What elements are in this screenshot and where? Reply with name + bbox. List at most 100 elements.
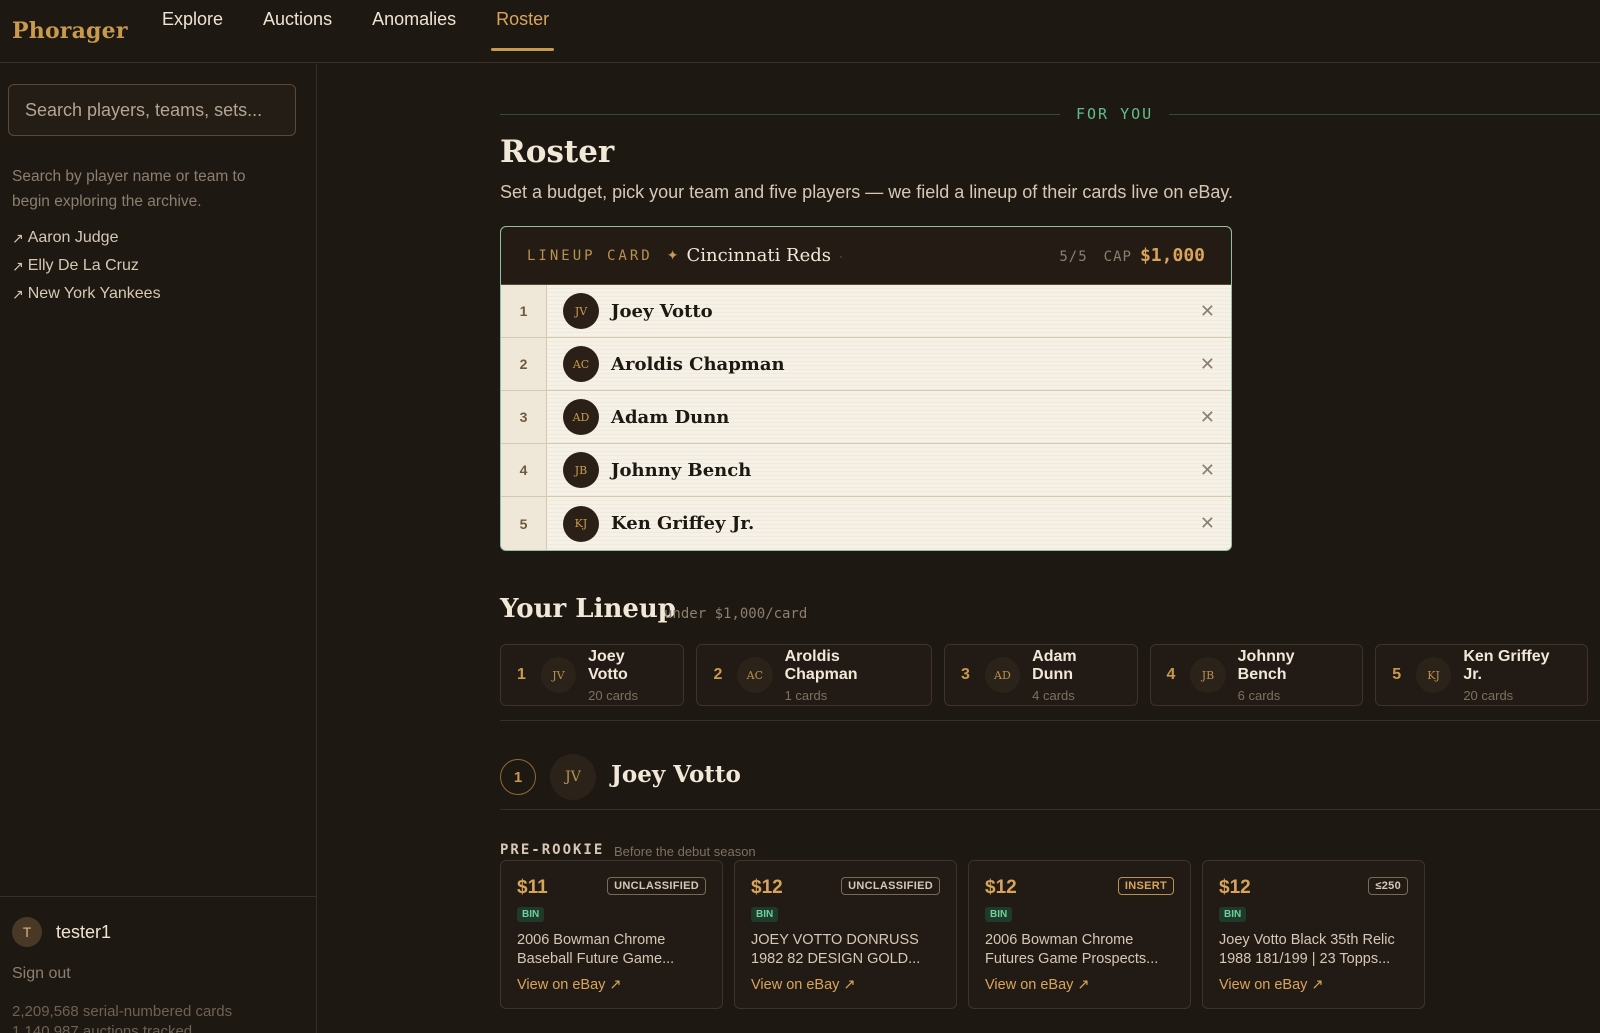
player-avatar: JB xyxy=(1190,657,1226,693)
card-price: $11 xyxy=(517,877,548,898)
player-avatar: AD xyxy=(563,399,599,435)
player-avatar: AC xyxy=(563,346,599,382)
remove-player-icon[interactable]: ✕ xyxy=(1200,354,1215,375)
chip-text: Adam Dunn 4 cards xyxy=(1032,648,1120,703)
card-title: JOEY VOTTO DONRUSS 1982 82 DESIGN GOLD..… xyxy=(751,932,921,967)
arrow-up-right-icon: ↗ xyxy=(12,285,24,302)
lineup-chip-johnny-bench[interactable]: 4 JB Johnny Bench 6 cards xyxy=(1149,644,1364,706)
lineup-card: LINEUP CARD ✦ Cincinnati Reds · 5/5 CAP … xyxy=(500,226,1232,551)
card-group-label: PRE-ROOKIE xyxy=(500,842,605,858)
player-name: Aroldis Chapman xyxy=(611,353,785,375)
sign-out-link[interactable]: Sign out xyxy=(12,965,71,983)
cap-value[interactable]: $1,000 xyxy=(1140,245,1205,266)
view-on-ebay-link[interactable]: View on eBay ↗ xyxy=(985,977,1090,993)
chip-player-name: Ken Griffey Jr. xyxy=(1463,647,1550,683)
chip-text: Ken Griffey Jr. 20 cards xyxy=(1463,648,1571,703)
bin-badge: BIN xyxy=(1219,907,1247,922)
team-name[interactable]: Cincinnati Reds xyxy=(686,245,831,266)
nav-roster[interactable]: Roster xyxy=(476,0,569,51)
user-name: tester1 xyxy=(56,921,112,942)
main-content: FOR YOU Roster Set a budget, pick your t… xyxy=(500,64,1600,1033)
chip-player-name: Aroldis Chapman xyxy=(784,647,858,683)
card-listing: $11 UNCLASSIFIED BIN 2006 Bowman Chrome … xyxy=(500,860,723,1009)
chip-player-name: Johnny Bench xyxy=(1237,647,1295,683)
player-avatar: AD xyxy=(984,657,1021,693)
card-title: 2006 Bowman Chrome Baseball Future Game.… xyxy=(517,932,675,967)
chip-number: 4 xyxy=(1166,666,1176,683)
sidebar: Search by player name or team to begin e… xyxy=(0,64,317,1033)
divider-line xyxy=(500,113,1060,115)
lineup-count: 5/5 xyxy=(1059,249,1088,265)
suggested-link-label: Aaron Judge xyxy=(27,229,119,246)
user-menu[interactable]: T tester1 xyxy=(12,917,111,947)
nav-anomalies[interactable]: Anomalies xyxy=(352,0,476,51)
divider-line xyxy=(1169,113,1600,115)
player-avatar: JB xyxy=(563,452,599,488)
player-avatar: JV xyxy=(563,293,599,329)
remove-player-icon[interactable]: ✕ xyxy=(1200,301,1215,322)
lineup-row: 2 AC Aroldis Chapman ✕ xyxy=(501,338,1231,391)
arrow-up-right-icon: ↗ xyxy=(12,229,24,246)
arrow-up-right-icon: ↗ xyxy=(12,257,24,274)
chip-player-name: Joey Votto xyxy=(588,647,628,683)
card-type-tag: UNCLASSIFIED xyxy=(607,877,706,895)
card-group-subtitle: Before the debut season xyxy=(614,844,756,859)
lineup-row-number: 4 xyxy=(501,444,547,496)
card-price: $12 xyxy=(985,877,1017,898)
chip-card-count: 4 cards xyxy=(1032,687,1075,703)
section-label: FOR YOU xyxy=(1076,105,1154,123)
card-price: $12 xyxy=(751,877,783,898)
view-on-ebay-link[interactable]: View on eBay ↗ xyxy=(751,977,856,993)
chip-number: 2 xyxy=(713,666,723,683)
remove-player-icon[interactable]: ✕ xyxy=(1200,460,1215,481)
your-lineup-title: Your Lineup xyxy=(500,594,676,624)
search-input[interactable] xyxy=(25,99,279,121)
app-logo[interactable]: Phorager xyxy=(12,18,132,44)
lineup-chip-aroldis-chapman[interactable]: 2 AC Aroldis Chapman 1 cards xyxy=(696,644,933,706)
chip-number: 5 xyxy=(1392,666,1402,683)
suggested-link-elly-de-la-cruz[interactable]: ↗ Elly De La Cruz xyxy=(12,252,161,280)
card-type-tag: UNCLASSIFIED xyxy=(841,877,940,895)
view-on-ebay-link[interactable]: View on eBay ↗ xyxy=(517,977,622,993)
lineup-row: 5 KJ Ken Griffey Jr. ✕ xyxy=(501,497,1231,550)
diamond-icon: ✦ xyxy=(666,247,679,263)
cap-label: CAP xyxy=(1103,249,1132,265)
player-section-name: Joey Votto xyxy=(611,761,741,788)
lineup-chip-adam-dunn[interactable]: 3 AD Adam Dunn 4 cards xyxy=(944,644,1138,706)
lineup-chip-joey-votto[interactable]: 1 JV Joey Votto 20 cards xyxy=(500,644,685,706)
chip-number: 1 xyxy=(517,666,526,683)
serial-card-count: 2,209,568 serial-numbered cards xyxy=(12,1003,233,1020)
nav-explore[interactable]: Explore xyxy=(142,0,243,51)
lineup-chip-ken-griffey-jr[interactable]: 5 KJ Ken Griffey Jr. 20 cards xyxy=(1375,644,1588,706)
chip-card-count: 20 cards xyxy=(1463,687,1514,703)
lineup-row: 4 JB Johnny Bench ✕ xyxy=(501,444,1231,497)
lineup-card-header: LINEUP CARD ✦ Cincinnati Reds · 5/5 CAP … xyxy=(501,227,1231,285)
search-box xyxy=(8,84,296,136)
your-lineup-subtitle: under $1,000/card xyxy=(664,606,808,622)
remove-player-icon[interactable]: ✕ xyxy=(1200,407,1215,428)
nav-auctions[interactable]: Auctions xyxy=(243,0,352,51)
chip-text: Joey Votto 20 cards xyxy=(588,648,667,703)
card-title: Joey Votto Black 35th Relic 1988 181/199… xyxy=(1219,932,1395,967)
lineup-row-number: 2 xyxy=(501,338,547,390)
section-divider-for-you: FOR YOU xyxy=(500,104,1600,124)
suggested-link-new-york-yankees[interactable]: ↗ New York Yankees xyxy=(12,280,161,308)
remove-player-icon[interactable]: ✕ xyxy=(1200,513,1215,534)
player-name: Adam Dunn xyxy=(611,406,730,428)
card-type-tag: ≤250 xyxy=(1368,877,1408,895)
bin-badge: BIN xyxy=(751,907,779,922)
suggested-link-aaron-judge[interactable]: ↗ Aaron Judge xyxy=(12,224,161,252)
lineup-row-number: 5 xyxy=(501,497,547,550)
card-listings: $11 UNCLASSIFIED BIN 2006 Bowman Chrome … xyxy=(500,860,1436,1009)
auction-count: 1,140,987 auctions tracked xyxy=(12,1023,193,1033)
section-divider xyxy=(500,720,1600,721)
search-hint: Search by player name or team to begin e… xyxy=(12,168,246,210)
bin-badge: BIN xyxy=(517,907,545,922)
chip-player-name: Adam Dunn xyxy=(1032,647,1077,683)
separator-dot: · xyxy=(839,248,844,263)
view-on-ebay-link[interactable]: View on eBay ↗ xyxy=(1219,977,1324,993)
bin-badge: BIN xyxy=(985,907,1013,922)
player-avatar: JV xyxy=(550,754,596,800)
chip-number: 3 xyxy=(961,666,970,683)
lineup-card-meta: 5/5 CAP $1,000 xyxy=(1059,245,1205,266)
